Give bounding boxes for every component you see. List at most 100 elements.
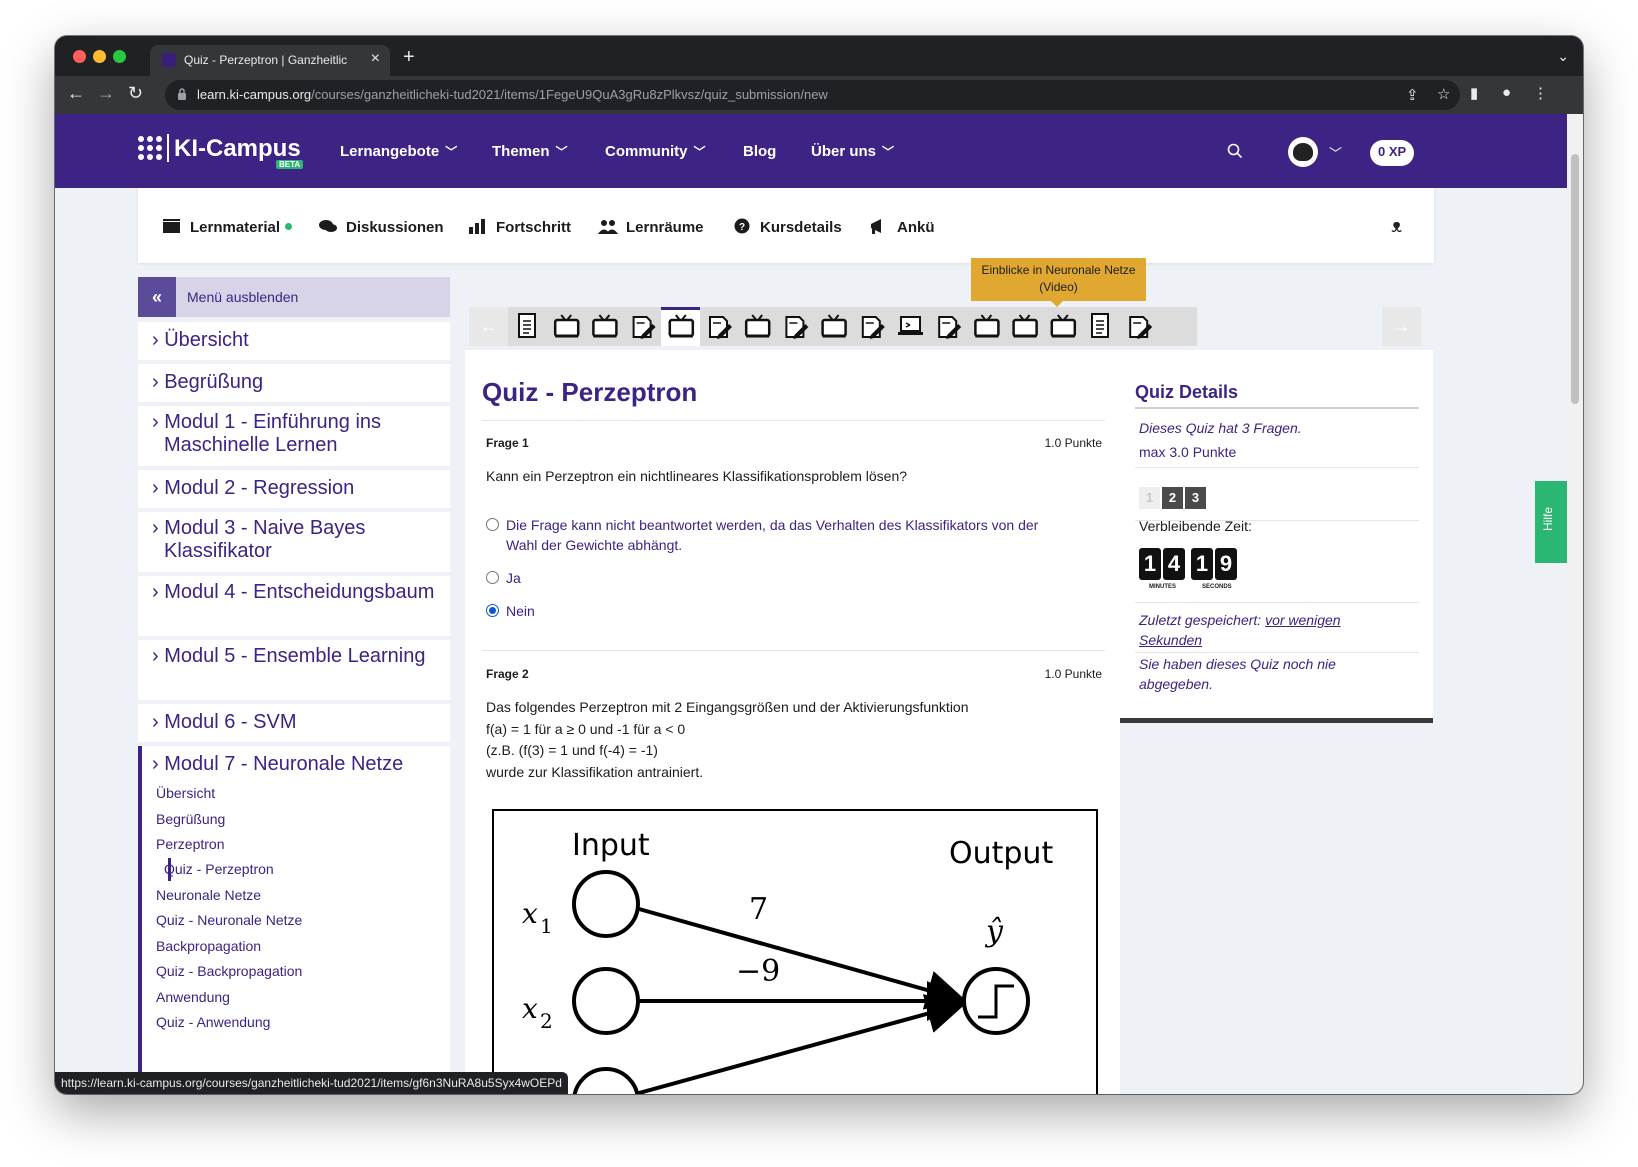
submodule-anwendung[interactable]: Anwendung: [156, 986, 230, 1009]
quiz-icon[interactable]: [632, 316, 656, 339]
nav-community[interactable]: Community ﹀: [605, 143, 706, 160]
xp-badge[interactable]: 0 XP: [1370, 140, 1415, 166]
hide-menu-button[interactable]: « Menü ausblenden: [138, 277, 450, 317]
submodule-quiz-neuronale-netze[interactable]: Quiz - Neuronale Netze: [156, 909, 302, 932]
sidebar-item-modul-1[interactable]: › Modul 1 - Einführung ins Maschinelle L…: [138, 406, 450, 466]
sidebar-item-modul-5[interactable]: › Modul 5 - Ensemble Learning: [138, 640, 450, 700]
document-icon[interactable]: [518, 313, 536, 338]
minimize-window-button[interactable]: [93, 50, 106, 63]
sidebar-item-modul-3[interactable]: › Modul 3 - Naive Bayes Klassifikator: [138, 512, 450, 572]
sidebar-item-modul-4[interactable]: › Modul 4 - Entscheidungsbaum: [138, 576, 450, 636]
tab-lernmaterial[interactable]: Lernmaterial: [162, 218, 293, 236]
owl-mascot-icon[interactable]: ᴥ: [1391, 216, 1402, 237]
answer-option-1-label: Die Frage kann nicht beantwortet werden,…: [506, 517, 1039, 553]
bookmark-star-icon[interactable]: ☆: [1437, 85, 1450, 103]
tab-close-icon[interactable]: ×: [371, 50, 380, 68]
tab-search-icon[interactable]: ⌄: [1557, 48, 1569, 65]
reload-icon[interactable]: ↻: [128, 83, 143, 104]
sidebar-panel-icon[interactable]: ▮: [1470, 84, 1478, 102]
submodule-begruessung[interactable]: Begrüßung: [156, 808, 225, 831]
quiz-icon[interactable]: [709, 316, 732, 339]
radio-button[interactable]: [486, 518, 499, 531]
nav-lernangebote[interactable]: Lernangebote ﹀: [340, 143, 457, 160]
submodule-neuronale-netze[interactable]: Neuronale Netze: [156, 884, 261, 907]
quiz-icon[interactable]: [938, 316, 962, 339]
document-icon[interactable]: [1091, 313, 1109, 338]
address-bar[interactable]: learn.ki-campus.org/courses/ganzheitlich…: [165, 80, 1460, 110]
divider: [482, 420, 1105, 421]
page-3[interactable]: 3: [1185, 487, 1206, 509]
user-avatar[interactable]: [1288, 137, 1318, 167]
quiz-icon[interactable]: [861, 316, 885, 339]
nav-ueber-uns[interactable]: Über uns ﹀: [811, 143, 894, 160]
forward-icon[interactable]: →: [97, 83, 115, 104]
back-icon[interactable]: ←: [67, 83, 85, 104]
item-icons[interactable]: [508, 307, 1197, 346]
last-saved-info: Zuletzt gespeichert: vor wenigen Sekunde…: [1139, 612, 1341, 648]
site-logo[interactable]: KI-Campus: [174, 135, 301, 163]
tab-kursdetails[interactable]: ? Kursdetails: [732, 218, 842, 236]
new-tab-button[interactable]: +: [403, 46, 415, 69]
help-button[interactable]: Hilfe: [1535, 481, 1567, 563]
video-icon[interactable]: [592, 314, 618, 338]
input-node-3: [572, 1067, 640, 1094]
chevron-down-icon[interactable]: ﹀: [1329, 143, 1342, 162]
quiz-icon[interactable]: [785, 316, 809, 339]
video-icon[interactable]: [1050, 314, 1077, 338]
page-scrollbar[interactable]: [1567, 114, 1583, 1094]
divider: [1135, 602, 1419, 603]
page-2[interactable]: 2: [1162, 487, 1183, 509]
laptop-icon[interactable]: [898, 316, 923, 335]
video-icon[interactable]: [744, 314, 771, 338]
share-icon[interactable]: ⇪: [1406, 86, 1419, 104]
prev-item-arrow-icon[interactable]: ←: [469, 307, 508, 346]
video-icon[interactable]: [1012, 314, 1038, 338]
radio-button-selected[interactable]: [486, 604, 499, 617]
divider: [482, 650, 1105, 651]
quiz-icon[interactable]: [1129, 316, 1153, 339]
tab-diskussionen[interactable]: Diskussionen: [318, 218, 444, 236]
url-text[interactable]: learn.ki-campus.org/courses/ganzheitlich…: [197, 87, 828, 102]
answer-option-ja[interactable]: Ja: [486, 568, 586, 588]
sidebar-item-modul-7[interactable]: › Modul 7 - Neuronale Netze Übersicht Be…: [138, 746, 450, 1094]
submodule-quiz-anwendung[interactable]: Quiz - Anwendung: [156, 1011, 270, 1034]
maximize-window-button[interactable]: [113, 50, 126, 63]
sidebar-item-begruessung[interactable]: › Begrüßung: [138, 364, 450, 402]
submodule-perzeptron[interactable]: Perzeptron: [156, 833, 224, 856]
more-menu-icon[interactable]: ⋮: [1533, 84, 1548, 102]
modul-7-title: › Modul 7 - Neuronale Netze: [152, 753, 404, 775]
close-window-button[interactable]: [73, 50, 86, 63]
video-icon[interactable]: [974, 314, 1000, 338]
edge-1: [638, 907, 967, 1010]
browser-tab[interactable]: Quiz - Perzeptron | Ganzheitlic ×: [150, 45, 390, 76]
search-icon[interactable]: [1227, 143, 1243, 159]
answer-option-nein[interactable]: Nein: [486, 601, 586, 621]
submodule-quiz-backpropagation[interactable]: Quiz - Backpropagation: [156, 960, 302, 983]
chevron-down-icon: ﹀: [445, 145, 458, 159]
answer-option-1[interactable]: Die Frage kann nicht beantwortet werden,…: [486, 515, 1066, 555]
tab-ankuendigungen[interactable]: Ankü: [869, 218, 935, 236]
submodule-uebersicht[interactable]: Übersicht: [156, 782, 215, 805]
submodule-quiz-perzeptron[interactable]: Quiz - Perzeptron: [164, 858, 274, 881]
radio-button[interactable]: [486, 571, 499, 584]
page-1[interactable]: 1: [1139, 487, 1160, 509]
status-bar-url: https://learn.ki-campus.org/courses/ganz…: [55, 1072, 568, 1094]
nav-blog[interactable]: Blog: [743, 143, 776, 160]
sidebar-item-modul-6[interactable]: › Modul 6 - SVM: [138, 704, 450, 742]
profile-icon[interactable]: ●: [1502, 84, 1511, 101]
logo-grid-icon[interactable]: [138, 136, 162, 160]
video-icon[interactable]: [821, 314, 847, 338]
last-saved-link[interactable]: vor wenigen: [1265, 612, 1341, 628]
sidebar-item-modul-2[interactable]: › Modul 2 - Regression: [138, 470, 450, 508]
tab-fortschritt[interactable]: Fortschritt: [468, 218, 571, 236]
nav-themen[interactable]: Themen ﹀: [492, 143, 568, 160]
scrollbar-thumb[interactable]: [1571, 154, 1579, 404]
submodule-backpropagation[interactable]: Backpropagation: [156, 935, 261, 958]
input-node-1: [572, 870, 640, 938]
sidebar-item-uebersicht[interactable]: › Übersicht: [138, 322, 450, 360]
tab-lernraeume[interactable]: Lernräume: [598, 218, 704, 236]
video-icon[interactable]: [553, 314, 580, 338]
last-saved-link-2[interactable]: Sekunden: [1139, 632, 1202, 648]
next-item-arrow-icon[interactable]: →: [1382, 307, 1421, 346]
video-icon[interactable]: [668, 314, 695, 338]
